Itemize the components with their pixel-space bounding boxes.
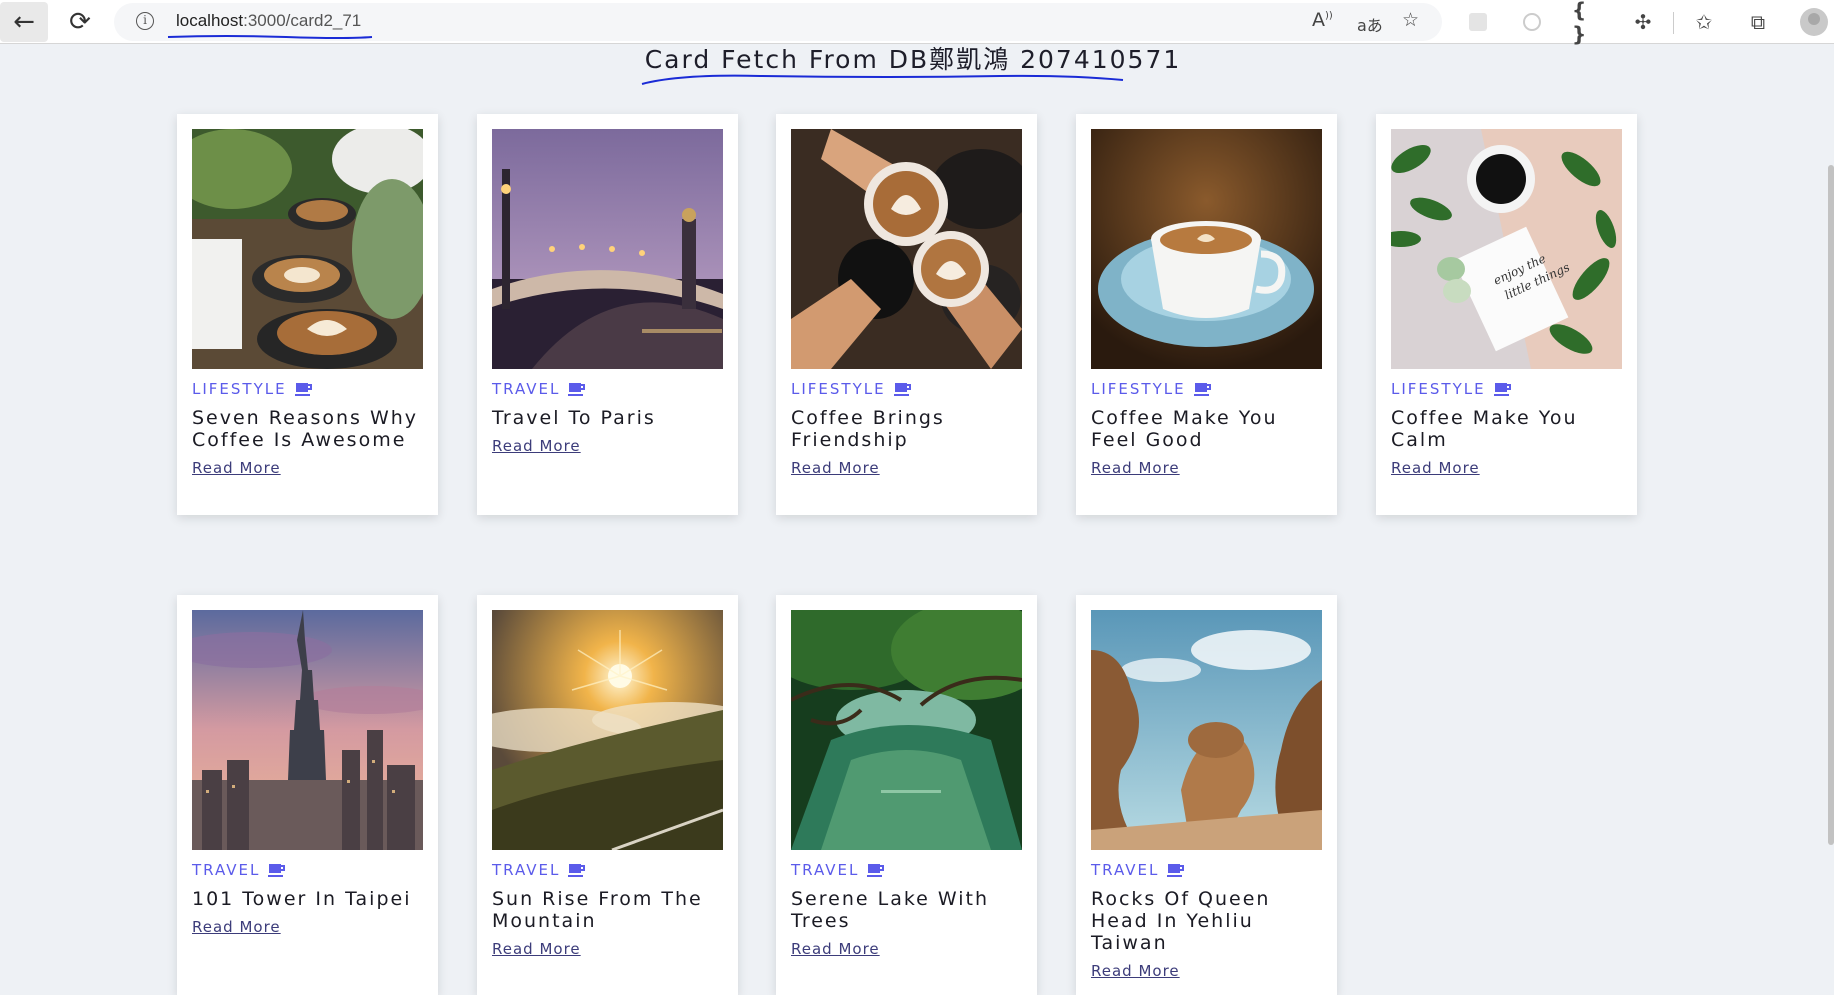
- card-title: Serene Lake With Trees: [791, 888, 990, 932]
- card-image: [1091, 129, 1322, 369]
- coffee-cup-icon: [1167, 863, 1185, 877]
- card-category-label: TRAVEL: [791, 861, 860, 879]
- read-more-link[interactable]: Read More: [192, 459, 281, 477]
- url-text[interactable]: localhost:3000/card2_71: [176, 11, 361, 31]
- card-category: LIFESTYLE: [192, 379, 423, 399]
- toolbar-separator: [1673, 12, 1674, 34]
- reload-icon: ⟳: [69, 7, 91, 37]
- read-more-link[interactable]: Read More: [1091, 459, 1180, 477]
- card-category-label: TRAVEL: [492, 380, 561, 398]
- coffee-cup-icon: [893, 382, 912, 396]
- coffee-cup-icon: [1493, 382, 1512, 396]
- url-host: localhost: [176, 11, 244, 30]
- url-handwritten-underline: [167, 35, 373, 39]
- card: LIFESTYLE Coffee Make You Feel Good Read M…: [1076, 114, 1337, 515]
- coffee-cup-icon: [268, 863, 286, 877]
- extensions-puzzle-icon[interactable]: ✣: [1627, 8, 1659, 36]
- coffee-cup-icon: [568, 382, 586, 396]
- card-image: enjoy the little things: [1391, 129, 1622, 369]
- card-category-label: LIFESTYLE: [1391, 380, 1486, 398]
- profile-icon[interactable]: [1800, 8, 1828, 36]
- extension-circle-icon[interactable]: [1516, 8, 1548, 36]
- reload-button[interactable]: ⟳: [56, 2, 104, 42]
- card-image: [492, 610, 723, 850]
- card: TRAVEL Sun Rise From The Mountain Read Mor…: [477, 595, 738, 995]
- card-category-label: TRAVEL: [492, 861, 561, 879]
- card-category-label: LIFESTYLE: [791, 380, 886, 398]
- browser-toolbar: ← ⟳ i localhost:3000/card2_71 A)) aあ ☆ {…: [0, 0, 1834, 46]
- card-title: Seven Reasons Why Coffee Is Awesome: [192, 407, 419, 451]
- card: TRAVEL Travel To Paris Read More: [477, 114, 738, 515]
- add-favorite-icon[interactable]: ☆: [1402, 9, 1419, 31]
- back-arrow-icon: ←: [13, 7, 35, 37]
- page-scrollbar[interactable]: [1828, 165, 1834, 845]
- card-image: [192, 129, 423, 369]
- card-image: [791, 610, 1022, 850]
- read-more-link[interactable]: Read More: [791, 940, 880, 958]
- extension-placeholder-icon[interactable]: [1462, 8, 1494, 36]
- card-title: Travel To Paris: [492, 407, 656, 429]
- card: LIFESTYLE Coffee Brings Friendship Read Mo…: [776, 114, 1037, 515]
- card-category: LIFESTYLE: [791, 379, 1022, 399]
- card: TRAVEL Serene Lake With Trees Read More: [776, 595, 1037, 995]
- back-button[interactable]: ←: [0, 2, 48, 42]
- card-category-label: LIFESTYLE: [192, 380, 287, 398]
- read-more-link[interactable]: Read More: [1091, 962, 1180, 980]
- card-title: Coffee Make You Feel Good: [1091, 407, 1278, 451]
- card-category: TRAVEL: [492, 860, 723, 880]
- card-category-label: LIFESTYLE: [1091, 380, 1186, 398]
- card-title: Sun Rise From The Mountain: [492, 888, 703, 932]
- card-image: [1091, 610, 1322, 850]
- site-info-icon[interactable]: i: [136, 12, 154, 30]
- read-aloud-icon[interactable]: A)): [1312, 9, 1333, 31]
- card-image: [492, 129, 723, 369]
- card-title: Coffee Make You Calm: [1391, 407, 1578, 451]
- card: TRAVEL Rocks Of Queen Head In Yehliu Taiw…: [1076, 595, 1337, 995]
- card-category-label: TRAVEL: [192, 861, 261, 879]
- json-braces-icon[interactable]: { }: [1572, 0, 1604, 46]
- coffee-cup-icon: [294, 382, 313, 396]
- card-image: [791, 129, 1022, 369]
- translate-icon[interactable]: aあ: [1357, 12, 1383, 36]
- read-more-link[interactable]: Read More: [492, 940, 581, 958]
- card-category: LIFESTYLE: [1091, 379, 1322, 399]
- coffee-cup-icon: [1193, 382, 1212, 396]
- card-image: [192, 610, 423, 850]
- title-handwritten-underline: [641, 74, 1124, 85]
- coffee-cup-icon: [568, 863, 586, 877]
- card-category-label: TRAVEL: [1091, 861, 1160, 879]
- read-more-link[interactable]: Read More: [492, 437, 581, 455]
- card-category: TRAVEL: [1091, 860, 1322, 880]
- card-category: TRAVEL: [492, 379, 723, 399]
- card-category: LIFESTYLE: [1391, 379, 1622, 399]
- coffee-cup-icon: [867, 863, 885, 877]
- card-category: TRAVEL: [791, 860, 1022, 880]
- address-bar[interactable]: i localhost:3000/card2_71 A)) aあ ☆: [114, 3, 1442, 41]
- read-more-link[interactable]: Read More: [791, 459, 880, 477]
- card-category: TRAVEL: [192, 860, 423, 880]
- read-more-link[interactable]: Read More: [192, 918, 281, 936]
- card-title: Rocks Of Queen Head In Yehliu Taiwan: [1091, 888, 1271, 954]
- card: enjoy the little things LIFESTYLE Coffee …: [1376, 114, 1637, 515]
- card-title: Coffee Brings Friendship: [791, 407, 945, 451]
- favorites-icon[interactable]: ✩: [1688, 8, 1720, 36]
- url-path: :3000/card2_71: [243, 11, 362, 30]
- card: LIFESTYLE Seven Reasons Why Coffee Is Awe…: [177, 114, 438, 515]
- read-more-link[interactable]: Read More: [1391, 459, 1480, 477]
- collections-icon[interactable]: ⧉: [1742, 8, 1774, 36]
- card-title: 101 Tower In Taipei: [192, 888, 412, 910]
- card: TRAVEL 101 Tower In Taipei Read More: [177, 595, 438, 995]
